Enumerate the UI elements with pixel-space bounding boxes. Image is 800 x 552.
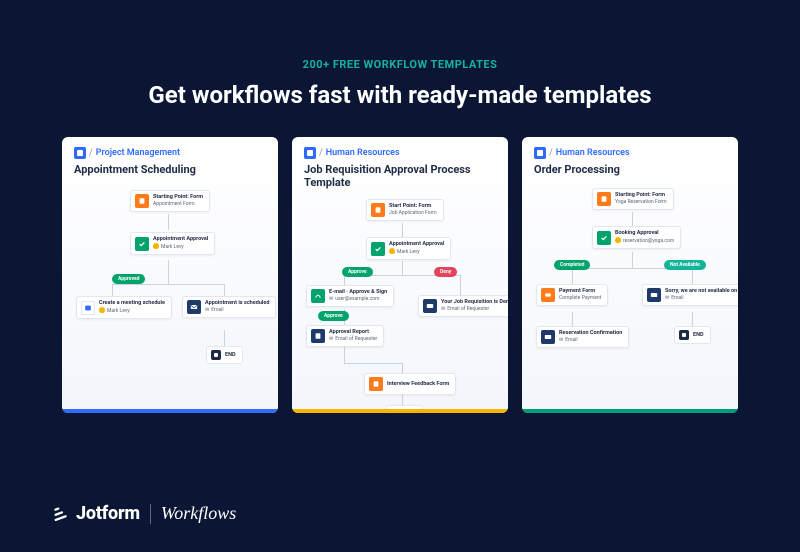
node-approval: Appointment ApprovalMark Levy [130,232,215,255]
brand-mark-icon [52,505,70,523]
form-icon [369,377,383,391]
end-icon [211,350,221,360]
workflow-icon [74,147,86,159]
pill-approve-2: Approve [318,311,349,321]
headline: Get workflows fast with ready-made templ… [0,81,800,109]
approval-icon [597,231,611,245]
workflow-icon [304,147,316,159]
breadcrumb: / Human Resources [304,147,496,159]
sign-icon [311,289,325,303]
brand-name: Jotform [76,503,140,524]
email-icon [187,300,201,314]
pill-not-available: Not Available [664,260,706,270]
end-icon [679,330,689,340]
node-approval: Booking Approvalreservation@yoga.com [592,226,681,249]
template-card-appointment[interactable]: / Project Management Appointment Schedul… [62,137,278,413]
node-approval: Appointment ApprovalMark Levy [366,237,451,260]
brand-logo: Jotform [52,503,140,524]
node-email-scheduled: Appointment is scheduled✉ Email [182,296,276,318]
node-end: END [386,405,423,413]
approval-icon [135,237,149,251]
template-card-job-requisition[interactable]: / Human Resources Job Requisition Approv… [292,137,508,413]
node-feedback: Interview Feedback Form [364,373,456,395]
node-denied: Your Job Requisition is Denied✉ Email of… [418,295,508,317]
breadcrumb-category: Project Management [96,148,180,158]
email-icon [423,299,437,313]
node-payment: Payment FormComplete Payment [536,284,608,306]
pill-approved: Approved [112,274,145,284]
card-title: Order Processing [534,163,726,176]
breadcrumb-slash: / [319,148,323,158]
breadcrumb-category: Human Resources [556,148,630,158]
breadcrumb: / Project Management [74,147,266,159]
product-name: Workflows [161,503,236,524]
node-create-meeting: Create a meeting scheduleMark Levy [76,296,172,319]
pill-completed: Completed [554,260,590,270]
footer: Jotform Workflows [52,503,236,524]
report-icon [311,329,325,343]
node-report: Approval Report✉ Email of Requester [306,325,384,347]
form-icon [597,192,611,206]
node-sorry: Sorry, we are not available on t…✉ Email [642,284,738,306]
node-email-sign: E-mail · Approve & Sign✉ user@example.co… [306,285,394,307]
node-start: Start Point: FormJob Application Form [366,199,444,221]
email-icon [647,288,661,302]
breadcrumb-slash: / [549,148,553,158]
template-cards-row: / Project Management Appointment Schedul… [0,109,800,413]
pill-approve: Approve [342,267,373,277]
card-title: Job Requisition Approval Process Templat… [304,163,496,189]
breadcrumb-category: Human Resources [326,148,400,158]
template-card-order-processing[interactable]: / Human Resources Order Processing Start… [522,137,738,413]
breadcrumb-slash: / [89,148,93,158]
node-end: END [674,326,711,344]
workflow-diagram: Starting Point: FormAppointment Form App… [74,184,266,404]
calendar-icon [81,301,95,315]
breadcrumb: / Human Resources [534,147,726,159]
end-icon [391,409,401,413]
form-icon [135,194,149,208]
workflow-icon [534,147,546,159]
node-start: Starting Point: FormAppointment Form [130,190,210,212]
approval-icon [371,242,385,256]
form-icon [371,203,385,217]
workflow-diagram: Start Point: FormJob Application Form Ap… [304,197,496,413]
overline: 200+ FREE WORKFLOW TEMPLATES [0,0,800,71]
node-start: Starting Point: FormYoga Reservation For… [592,188,674,210]
footer-divider [150,504,151,524]
node-end: END [206,346,243,364]
pill-deny: Deny [434,267,457,277]
card-title: Appointment Scheduling [74,163,266,176]
email-icon [541,330,555,344]
workflow-diagram: Starting Point: FormYoga Reservation For… [534,184,726,404]
payment-icon [541,288,555,302]
node-confirm: Reservation Confirmation✉ Email [536,326,629,348]
